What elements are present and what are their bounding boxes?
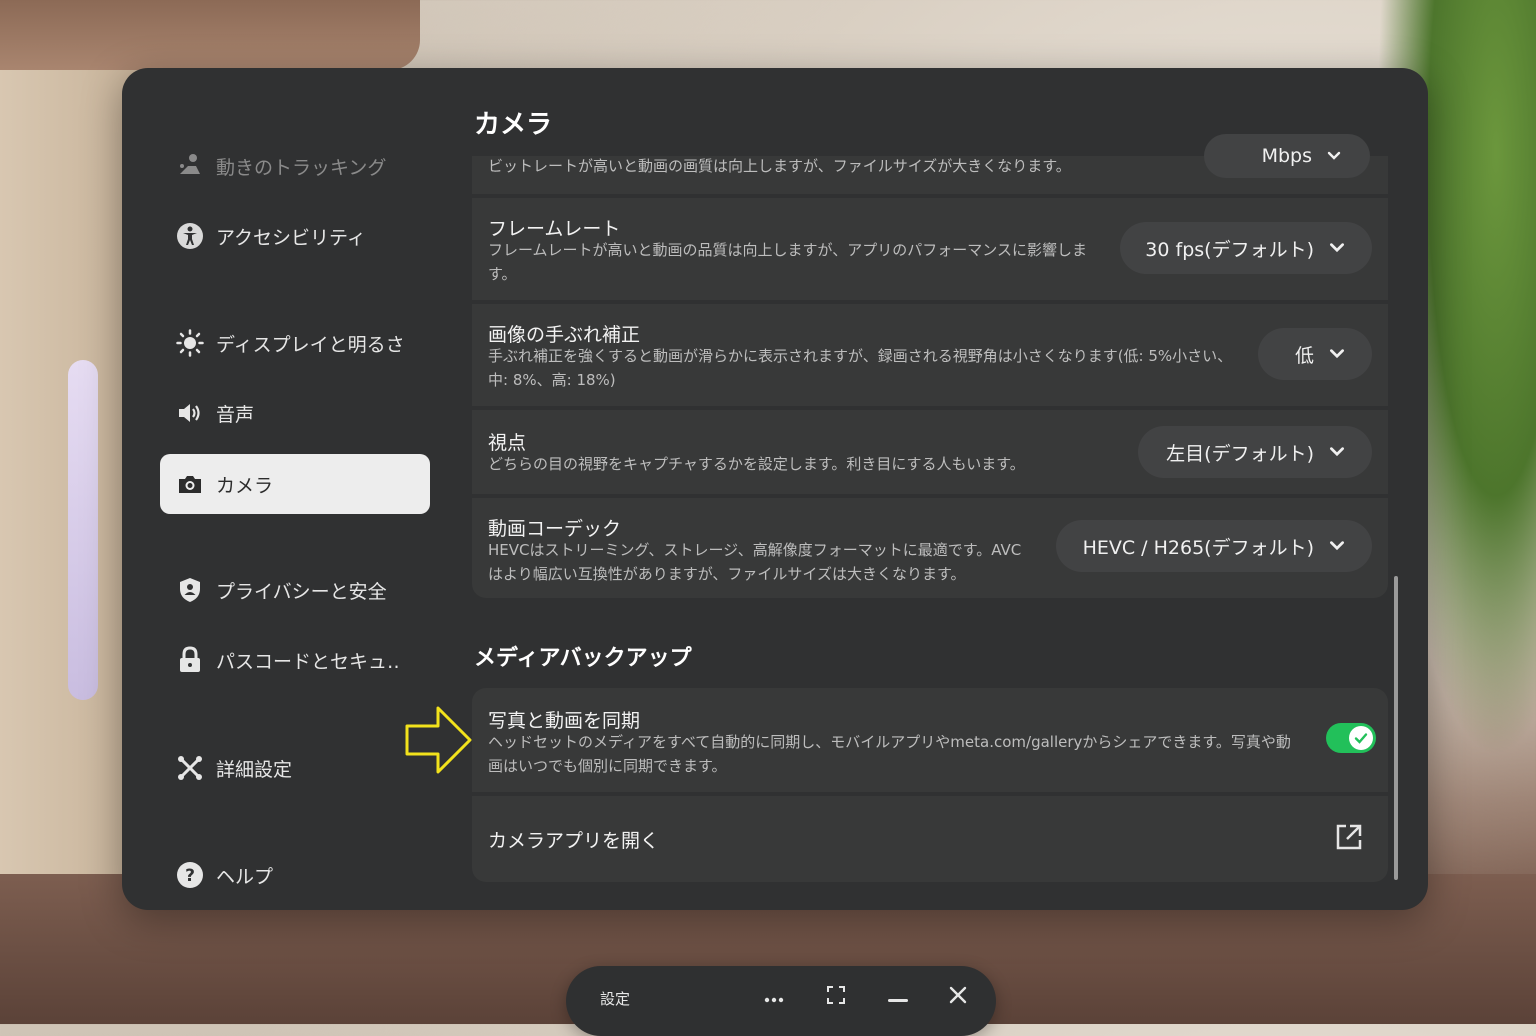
settings-panel: 動きのトラッキング アクセシビリティ ディスプレイと明るさ 音声 カメラ プライ… [122,68,1428,910]
chevron-down-icon [1326,147,1344,165]
sidebar: 動きのトラッキング アクセシビリティ ディスプレイと明るさ 音声 カメラ プライ… [160,98,432,898]
open-camera-app-label: カメラアプリを開く [488,830,660,852]
open-camera-app-row[interactable]: カメラアプリを開く [472,796,1388,882]
advanced-settings-icon [174,752,206,784]
viewpoint-value: 左目(デフォルト) [1166,442,1314,465]
frame-rate-description-line2: す。 [488,265,517,283]
window-taskbar: 設定 [566,966,996,1036]
brightness-icon [174,327,206,359]
bitrate-row: ビットレートが高いと動画の画質は向上しますが、ファイルサイズが大きくなります。 … [472,134,1388,194]
more-options-button[interactable] [756,982,792,1012]
sidebar-item-audio[interactable]: 音声 [160,383,430,443]
toggle-knob [1349,726,1373,750]
sidebar-item-label: 詳細設定 [216,758,293,781]
bitrate-dropdown[interactable]: Mbps [1204,134,1370,178]
window-title: 設定 [600,990,631,1008]
codec-value: HEVC / H265(デフォルト) [1082,536,1314,559]
viewpoint-description: どちらの目の視野をキャプチャするかを設定します。利き目にする人もいます。 [488,455,1025,473]
more-icon [764,988,784,1007]
stabilization-description-line2: 中: 8%、高: 18%) [488,371,616,389]
sidebar-item-display[interactable]: ディスプレイと明るさ [160,313,430,373]
stabilization-row: 画像の手ぶれ補正 手ぶれ補正を強くすると動画が滑らかに表示されますが、録画される… [472,304,1388,406]
external-link-icon [1334,822,1364,856]
sync-media-row: 写真と動画を同期 ヘッドセットのメディアをすべて自動的に同期し、モバイルアプリや… [472,688,1388,792]
sidebar-item-help[interactable]: ? ヘルプ [160,845,430,905]
lock-icon [174,644,206,676]
background-shelf [0,0,420,70]
codec-row: 動画コーデック HEVCはストリーミング、ストレージ、高解像度フォーマットに最適… [472,498,1388,598]
sidebar-item-advanced[interactable]: 詳細設定 [160,738,430,798]
shield-icon [174,574,206,606]
sidebar-item-camera[interactable]: カメラ [160,454,430,514]
sidebar-item-privacy[interactable]: プライバシーと安全 [160,560,430,620]
sidebar-item-label: プライバシーと安全 [216,580,387,603]
close-icon [949,986,967,1008]
viewpoint-title: 視点 [488,432,527,454]
frame-rate-description-line1: フレームレートが高いと動画の品質は向上しますが、アプリのパフォーマンスに影響しま [488,241,1087,259]
scrollbar[interactable] [1394,576,1398,880]
sidebar-item-label: パスコードとセキュ‥ [216,650,400,673]
viewpoint-row: 視点 どちらの目の視野をキャプチャするかを設定します。利き目にする人もいます。 … [472,410,1388,494]
chevron-down-icon [1328,443,1346,461]
stabilization-title: 画像の手ぶれ補正 [488,324,641,346]
sidebar-item-label: アクセシビリティ [216,226,366,249]
codec-description-line1: HEVCはストリーミング、ストレージ、高解像度フォーマットに最適です。AVC [488,541,1022,559]
annotation-arrow-icon [405,706,472,774]
sidebar-item-label: カメラ [216,474,274,497]
sync-media-title: 写真と動画を同期 [488,710,641,732]
sidebar-item-motion-tracking[interactable]: 動きのトラッキング [160,136,430,196]
minimize-icon [888,988,908,1007]
stabilization-value: 低 [1294,344,1314,367]
sidebar-item-label: 音声 [216,403,255,426]
chevron-down-icon [1328,345,1346,363]
person-tracking-icon [174,150,206,182]
help-icon: ? [174,859,206,891]
minimize-button[interactable] [880,982,916,1012]
page-title: カメラ [474,110,553,140]
sidebar-item-label: 動きのトラッキング [216,156,387,179]
codec-dropdown[interactable]: HEVC / H265(デフォルト) [1056,520,1372,572]
content-area: カメラ ビットレートが高いと動画の画質は向上しますが、ファイルサイズが大きくなり… [472,68,1412,910]
bitrate-value: Mbps [1261,145,1312,167]
sync-media-description-line2: 画はいつでも個別に同期できます。 [488,757,727,775]
sidebar-item-passcode[interactable]: パスコードとセキュ‥ [160,630,430,690]
speaker-icon [174,397,206,429]
sync-media-toggle[interactable] [1326,723,1376,753]
close-button[interactable] [940,982,976,1012]
frame-rate-value: 30 fps(デフォルト) [1145,238,1314,261]
codec-title: 動画コーデック [488,518,622,540]
stabilization-description-line1: 手ぶれ補正を強くすると動画が滑らかに表示されますが、録画される視野角は小さくなり… [488,347,1233,365]
svg-text:?: ? [185,866,195,886]
stabilization-dropdown[interactable]: 低 [1258,328,1372,380]
sidebar-item-label: ディスプレイと明るさ [216,333,405,356]
accessibility-icon [174,220,206,252]
expand-icon [826,985,846,1009]
sync-media-description-line1: ヘッドセットのメディアをすべて自動的に同期し、モバイルアプリやmeta.com/… [488,733,1291,751]
frame-rate-row: フレームレート フレームレートが高いと動画の品質は向上しますが、アプリのパフォー… [472,198,1388,300]
check-icon [1354,733,1368,744]
frame-rate-title: フレームレート [488,218,621,240]
chevron-down-icon [1328,537,1346,555]
sidebar-item-accessibility[interactable]: アクセシビリティ [160,206,430,266]
sidebar-item-label: ヘルプ [216,865,274,888]
frame-rate-dropdown[interactable]: 30 fps(デフォルト) [1120,222,1372,274]
camera-icon [174,468,206,500]
fullscreen-button[interactable] [818,982,854,1012]
chevron-down-icon [1328,239,1346,257]
bitrate-description: ビットレートが高いと動画の画質は向上しますが、ファイルサイズが大きくなります。 [488,157,1071,175]
background-pillar [68,360,98,700]
viewpoint-dropdown[interactable]: 左目(デフォルト) [1138,426,1372,478]
media-backup-title: メディアバックアップ [474,646,692,671]
codec-description-line2: はより幅広い互換性がありますが、ファイルサイズは大きくなります。 [488,565,966,583]
